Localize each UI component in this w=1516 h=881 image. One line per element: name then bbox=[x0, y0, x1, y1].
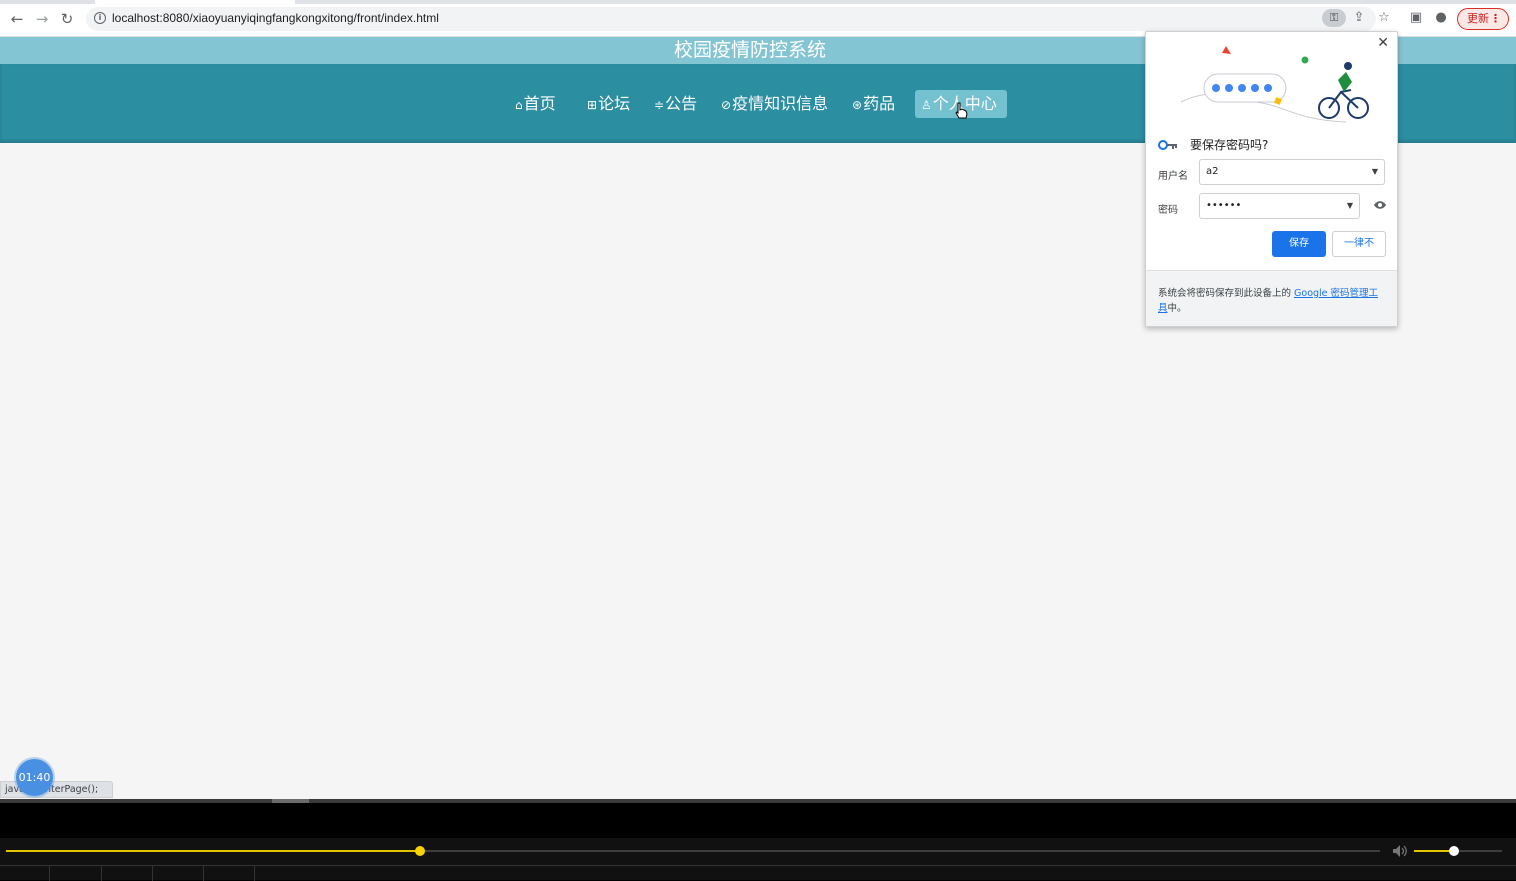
volume-icon[interactable] bbox=[1392, 844, 1408, 858]
forum-icon: ⊞ bbox=[587, 98, 598, 112]
back-arrow-icon[interactable]: ← bbox=[8, 10, 26, 28]
user-icon: ♙ bbox=[921, 98, 932, 112]
chevron-down-icon[interactable]: ▼ bbox=[1372, 160, 1378, 184]
password-value: •••••• bbox=[1206, 200, 1242, 211]
update-label: 更新 bbox=[1467, 12, 1489, 25]
recording-timer: 01:40 bbox=[16, 759, 53, 796]
nav-label: 药品 bbox=[863, 94, 896, 113]
tab-strip bbox=[0, 0, 1516, 4]
nav-label: 首页 bbox=[523, 94, 556, 113]
home-icon: ⌂ bbox=[515, 98, 523, 112]
strip-segment bbox=[0, 866, 50, 881]
site-info-icon[interactable]: i bbox=[94, 12, 106, 24]
chevron-down-icon[interactable]: ▼ bbox=[1347, 194, 1353, 218]
nav-label: 公告 bbox=[665, 94, 698, 113]
hand-cursor-icon bbox=[955, 102, 968, 119]
eye-icon[interactable] bbox=[1373, 200, 1387, 210]
close-icon[interactable]: ✕ bbox=[1377, 35, 1389, 51]
side-panel-icon[interactable]: ▣ bbox=[1407, 9, 1425, 27]
volume-track[interactable] bbox=[1414, 846, 1502, 856]
strip-segment bbox=[102, 866, 153, 881]
url-text[interactable]: localhost:8080/xiaoyuanyiqingfangkongxit… bbox=[112, 11, 439, 25]
scrollbar-thumb[interactable] bbox=[272, 799, 309, 803]
nav-label: 论坛 bbox=[598, 94, 631, 113]
notice-icon: ≑ bbox=[654, 98, 665, 112]
nav-item-epidemic-knowledge[interactable]: ⊘疫情知识信息 bbox=[715, 90, 834, 118]
video-player-bar bbox=[0, 838, 1516, 881]
knowledge-icon: ⊘ bbox=[721, 98, 732, 112]
horizontal-scrollbar[interactable] bbox=[0, 799, 1516, 803]
save-password-dialog: ✕ 要保存密码吗? 用户名 a2 ▼ 密码 •••••• ▼ 保存 一律不 系统… bbox=[1145, 31, 1398, 327]
key-icon bbox=[1158, 140, 1177, 150]
footer-end: 中。 bbox=[1167, 303, 1187, 314]
nav-item-medicine[interactable]: ⊛药品 bbox=[846, 90, 901, 118]
username-value: a2 bbox=[1206, 166, 1219, 177]
password-illustration bbox=[1180, 46, 1369, 123]
dialog-footer: 系统会将密码保存到此设备上的 Google 密码管理工具中。 bbox=[1146, 270, 1397, 326]
nav-item-forum[interactable]: ⊞论坛 bbox=[581, 90, 636, 118]
nav-item-notice[interactable]: ≑公告 bbox=[648, 90, 703, 118]
bookmark-star-icon[interactable]: ☆ bbox=[1375, 9, 1393, 27]
progress-track[interactable] bbox=[6, 846, 1380, 856]
forward-arrow-icon[interactable]: → bbox=[33, 10, 51, 28]
strip-segment bbox=[204, 866, 255, 881]
password-field[interactable]: •••••• ▼ bbox=[1199, 193, 1360, 219]
never-button[interactable]: 一律不 bbox=[1332, 231, 1386, 257]
player-bottom-strip bbox=[0, 865, 1516, 881]
medicine-icon: ⊛ bbox=[852, 98, 863, 112]
password-label: 密码 bbox=[1158, 205, 1178, 216]
nav-item-home[interactable]: ⌂首页 bbox=[509, 90, 562, 118]
progress-knob[interactable] bbox=[414, 846, 425, 856]
address-bar[interactable]: i localhost:8080/xiaoyuanyiqingfangkongx… bbox=[86, 7, 1376, 31]
update-button[interactable]: 更新 ⋮ bbox=[1457, 8, 1509, 30]
profile-avatar-icon[interactable]: ● bbox=[1432, 9, 1450, 27]
progress-fill bbox=[6, 850, 420, 852]
volume-knob[interactable] bbox=[1448, 846, 1459, 856]
username-label: 用户名 bbox=[1158, 171, 1188, 182]
strip-segment bbox=[153, 866, 204, 881]
menu-dots-icon: ⋮ bbox=[1490, 12, 1501, 25]
save-button[interactable]: 保存 bbox=[1272, 231, 1326, 257]
nav-label: 疫情知识信息 bbox=[732, 94, 829, 113]
footer-text: 系统会将密码保存到此设备上的 bbox=[1158, 288, 1295, 299]
password-key-icon[interactable]: ⚿ bbox=[1322, 9, 1346, 27]
strip-segment bbox=[50, 866, 102, 881]
dialog-title: 要保存密码吗? bbox=[1190, 138, 1269, 152]
reload-icon[interactable]: ↻ bbox=[58, 10, 76, 28]
volume-fill bbox=[1414, 850, 1454, 852]
username-field[interactable]: a2 ▼ bbox=[1199, 159, 1385, 185]
share-icon[interactable]: ⇪ bbox=[1350, 9, 1368, 27]
